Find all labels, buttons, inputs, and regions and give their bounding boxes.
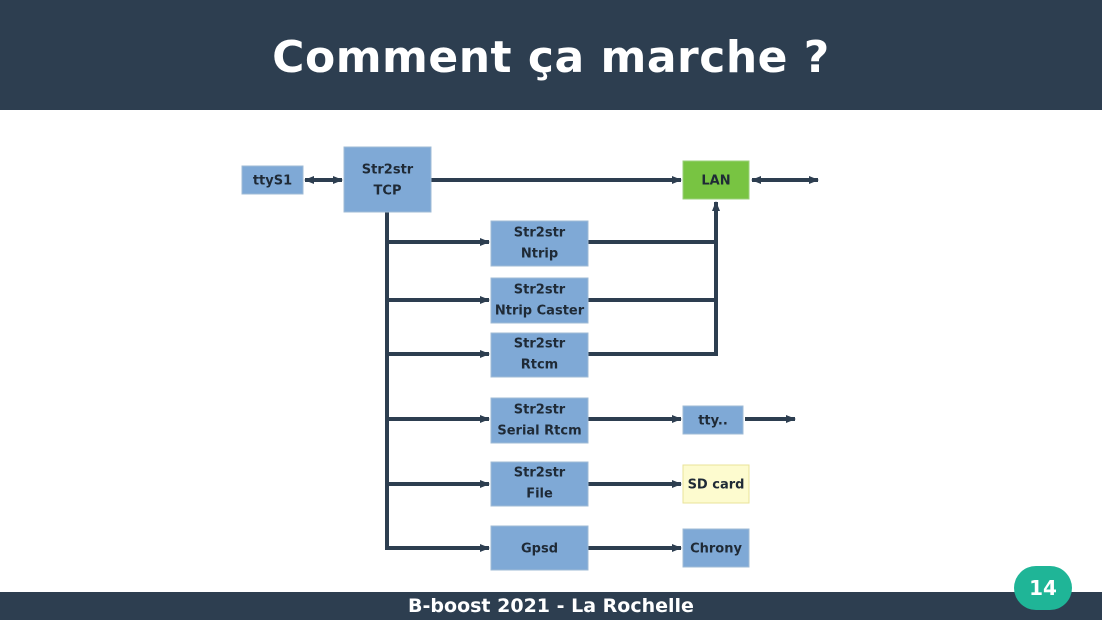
node-sd-card-label: SD card	[688, 478, 745, 493]
node-chrony: Chrony	[682, 528, 750, 568]
node-ttys1-label: ttyS1	[253, 174, 292, 189]
node-lan-label: LAN	[701, 174, 730, 189]
nodes: ttyS1 Str2str TCP LAN Str2str Ntrip Str2…	[241, 146, 750, 571]
node-str2str-serial-rtcm: Str2str Serial Rtcm	[490, 397, 589, 444]
node-str2str-rtcm-line2: Rtcm	[521, 358, 558, 373]
node-str2str-ntrip-line2: Ntrip	[521, 247, 558, 262]
node-str2str-file-line2: File	[526, 487, 553, 502]
node-str2str-rtcm-line1: Str2str	[514, 337, 566, 352]
node-str2str-serial-rtcm-line2: Serial Rtcm	[497, 424, 581, 439]
node-tty: tty..	[682, 405, 744, 435]
node-tty-label: tty..	[698, 414, 728, 429]
node-ttys1: ttyS1	[241, 165, 304, 195]
node-str2str-file: Str2str File	[490, 461, 589, 507]
node-str2str-serial-rtcm-line1: Str2str	[514, 403, 566, 418]
node-gpsd: Gpsd	[490, 525, 589, 571]
footer-text: B-boost 2021 - La Rochelle	[408, 595, 694, 617]
node-chrony-label: Chrony	[690, 542, 742, 557]
node-lan: LAN	[682, 160, 750, 200]
page-number: 14	[1029, 576, 1057, 600]
node-sd-card: SD card	[682, 464, 750, 504]
page-number-badge: 14	[1014, 566, 1072, 610]
node-str2str-tcp-line1: Str2str	[362, 163, 414, 178]
node-str2str-ntrip: Str2str Ntrip	[490, 220, 589, 267]
node-str2str-ntrip-caster-line2: Ntrip Caster	[495, 304, 585, 319]
node-str2str-tcp: Str2str TCP	[343, 146, 432, 213]
slide-footer: B-boost 2021 - La Rochelle	[0, 592, 1102, 620]
architecture-diagram: ttyS1 Str2str TCP LAN Str2str Ntrip Str2…	[241, 146, 819, 571]
node-str2str-rtcm: Str2str Rtcm	[490, 332, 589, 378]
node-str2str-file-line1: Str2str	[514, 466, 566, 481]
node-str2str-ntrip-caster-line1: Str2str	[514, 283, 566, 298]
node-str2str-ntrip-line1: Str2str	[514, 226, 566, 241]
node-str2str-tcp-line2: TCP	[374, 184, 402, 199]
node-gpsd-label: Gpsd	[521, 542, 558, 557]
node-str2str-ntrip-caster: Str2str Ntrip Caster	[490, 277, 589, 324]
